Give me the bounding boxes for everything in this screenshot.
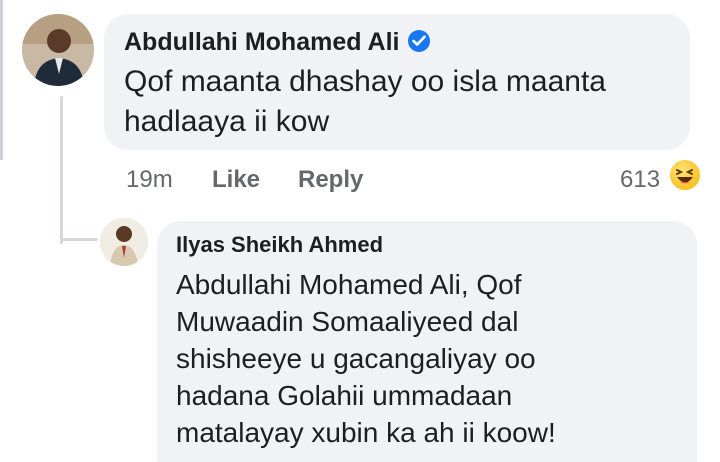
like-button[interactable]: Like (212, 166, 260, 194)
reply-thread-connector (60, 238, 98, 241)
verified-badge-icon (408, 30, 430, 52)
reply-button[interactable]: Reply (298, 166, 363, 194)
person-icon (22, 14, 94, 86)
laughing-emoji-icon[interactable] (668, 158, 702, 192)
left-edge-divider (0, 0, 3, 160)
comment-text: Qof maanta dhashay oo isla maanta hadlaa… (124, 65, 606, 138)
reply-text: Abdullahi Mohamed Ali, Qof Muwaadin Soma… (176, 269, 556, 448)
reply-thread-line (60, 96, 63, 244)
person-icon (100, 218, 148, 266)
reply-author-name[interactable]: Ilyas Sheikh Ahmed (176, 232, 383, 258)
reaction-count[interactable]: 613 (620, 166, 660, 194)
comment-author-name[interactable]: Abdullahi Mohamed Ali (124, 28, 399, 57)
commenter-avatar[interactable] (22, 14, 94, 86)
comment-timestamp[interactable]: 19m (126, 166, 173, 194)
reply-author-avatar[interactable] (100, 218, 148, 266)
